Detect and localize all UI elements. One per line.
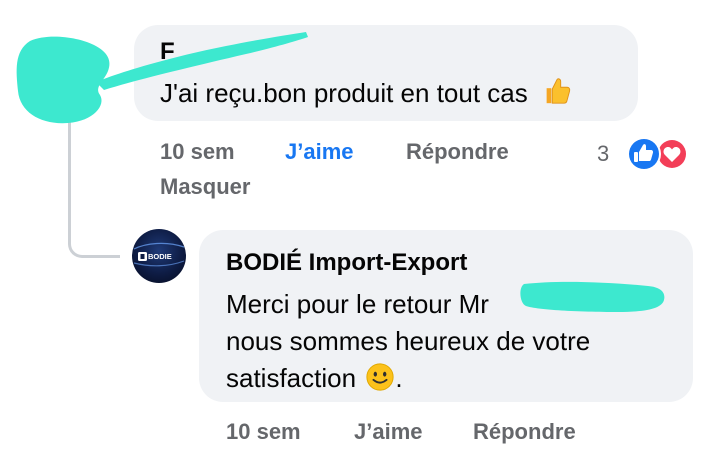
reply-author[interactable]: BODIÉ Import-Export (226, 249, 467, 277)
smiling-face-icon (366, 363, 394, 391)
reaction-count[interactable]: 3 (597, 141, 609, 167)
svg-text:BODIE: BODIE (148, 252, 172, 261)
hide-button[interactable]: Masquer (160, 174, 250, 200)
reply-timestamp[interactable]: 10 sem (226, 419, 301, 445)
reaction-summary[interactable] (620, 134, 692, 174)
comment-text: J'ai reçu.bon produit en tout cas (160, 76, 571, 109)
thumbs-up-icon (546, 78, 571, 104)
thread-connector-line (68, 120, 120, 258)
page-avatar[interactable]: BODIE (132, 229, 186, 283)
reply-like-button[interactable]: J’aime (354, 419, 423, 445)
like-button[interactable]: J’aime (285, 139, 354, 165)
like-reaction-icon (627, 137, 661, 171)
reply-button[interactable]: Répondre (406, 139, 509, 165)
reply-reply-button[interactable]: Répondre (473, 419, 576, 445)
comment-timestamp[interactable]: 10 sem (160, 139, 235, 165)
bodie-logo-icon: BODIE (133, 242, 185, 267)
redaction-mark (520, 281, 665, 312)
